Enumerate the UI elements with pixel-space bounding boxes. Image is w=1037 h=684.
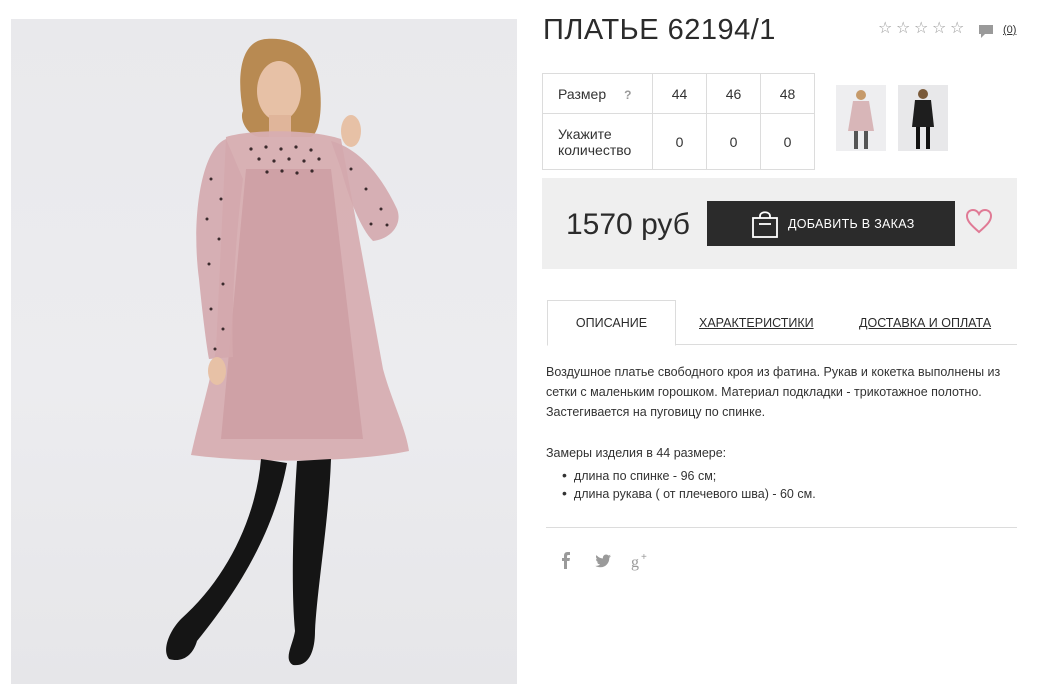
add-to-order-button[interactable]: ДОБАВИТЬ В ЗАКАЗ	[707, 201, 955, 246]
svg-text:+: +	[641, 552, 647, 563]
divider	[546, 527, 1017, 528]
product-photo[interactable]	[11, 19, 517, 684]
star-icon[interactable]: ☆	[950, 21, 966, 37]
size-help-icon[interactable]: ?	[624, 88, 631, 102]
facebook-icon[interactable]	[560, 551, 572, 571]
product-tabs: ОПИСАНИЕ ХАРАКТЕРИСТИКИ ДОСТАВКА И ОПЛАТ…	[547, 300, 1017, 346]
quantity-input-48[interactable]: 0	[760, 113, 815, 170]
tab-description[interactable]: ОПИСАНИЕ	[547, 300, 676, 346]
tab-characteristics[interactable]: ХАРАКТЕРИСТИКИ	[699, 300, 814, 345]
star-icon[interactable]: ☆	[914, 21, 930, 37]
size-row: Размер? 44 46 48	[542, 73, 815, 114]
star-icon[interactable]: ☆	[878, 21, 894, 37]
comment-icon[interactable]	[978, 23, 994, 39]
size-46: 46	[706, 73, 761, 114]
reviews-count-link[interactable]: (0)	[1003, 24, 1016, 36]
thumbnail-black-dress[interactable]	[898, 85, 948, 151]
quantity-input-44[interactable]: 0	[652, 113, 707, 170]
google-plus-icon[interactable]: g +	[630, 551, 652, 571]
list-item: длина рукава ( от плечевого шва) - 60 см…	[562, 485, 816, 503]
star-icon[interactable]: ☆	[896, 21, 912, 37]
quantity-row: Укажите количество 0 0 0	[542, 113, 815, 170]
heart-icon[interactable]	[965, 208, 993, 234]
size-table: Размер? 44 46 48 Укажите количество 0 0 …	[542, 73, 815, 170]
measurements-list: длина по спинке - 96 см; длина рукава ( …	[562, 467, 816, 502]
twitter-icon[interactable]	[594, 551, 612, 571]
svg-text:g: g	[631, 554, 639, 571]
product-description: Воздушное платье свободного кроя из фати…	[546, 365, 1001, 419]
tab-delivery-payment[interactable]: ДОСТАВКА И ОПЛАТА	[859, 300, 991, 345]
quantity-label: Укажите количество	[542, 113, 653, 170]
list-item: длина по спинке - 96 см;	[562, 467, 816, 485]
thumbnail-pink-dress[interactable]	[836, 85, 886, 151]
size-48: 48	[760, 73, 815, 114]
quantity-input-46[interactable]: 0	[706, 113, 761, 170]
rating-stars[interactable]: ☆ ☆ ☆ ☆ ☆	[878, 21, 966, 37]
size-label-cell: Размер?	[542, 73, 653, 114]
product-price: 1570 руб	[566, 208, 690, 241]
shopping-bag-icon	[752, 211, 778, 238]
add-to-order-label: ДОБАВИТЬ В ЗАКАЗ	[788, 216, 915, 231]
measurements-title: Замеры изделия в 44 размере:	[546, 446, 727, 460]
star-icon[interactable]: ☆	[932, 21, 948, 37]
size-44: 44	[652, 73, 707, 114]
size-label: Размер	[558, 85, 607, 102]
price-box: 1570 руб ДОБАВИТЬ В ЗАКАЗ	[542, 178, 1017, 269]
product-title: ПЛАТЬЕ 62194/1	[543, 14, 776, 46]
